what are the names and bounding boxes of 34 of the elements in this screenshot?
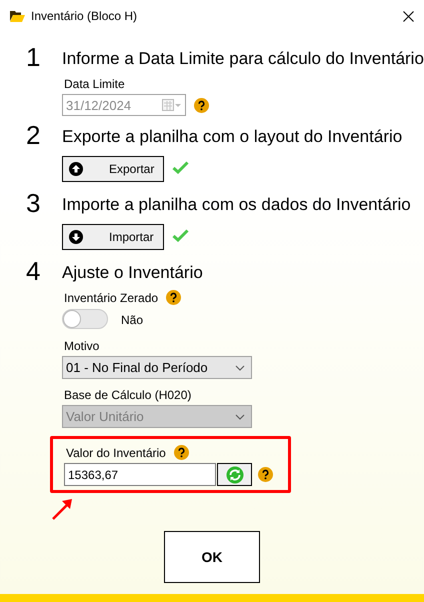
field-label: Valor do Inventário bbox=[66, 445, 166, 461]
help-icon[interactable] bbox=[194, 98, 209, 112]
help-icon[interactable] bbox=[258, 467, 273, 482]
field-label: Data Limite bbox=[64, 76, 125, 92]
toggle-switch[interactable] bbox=[62, 309, 108, 329]
step-heading: Ajuste o Inventário bbox=[62, 262, 203, 284]
window-title: Inventário (Bloco H) bbox=[31, 9, 138, 23]
help-icon[interactable] bbox=[174, 444, 189, 460]
import-button[interactable]: Importar bbox=[62, 224, 164, 250]
chevron-down-icon bbox=[235, 414, 245, 420]
field-label: Base de Cálculo (H020) bbox=[64, 387, 192, 403]
step-heading: Importe a planilha com os dados do Inventário bbox=[62, 194, 411, 216]
close-icon[interactable] bbox=[403, 10, 414, 22]
toggle-label: Não bbox=[121, 312, 144, 328]
field-label: Inventário Zerado bbox=[64, 290, 158, 306]
value-input[interactable]: 15363,67 bbox=[64, 463, 216, 486]
step-number: 1 bbox=[26, 42, 42, 74]
arrow-down-icon bbox=[69, 230, 83, 244]
arrow-up-icon bbox=[69, 162, 83, 176]
folder-icon bbox=[10, 10, 25, 22]
step-number: 4 bbox=[26, 256, 42, 288]
reason-select[interactable]: 01 - No Final do Período bbox=[62, 356, 252, 379]
chevron-down-icon bbox=[235, 364, 245, 370]
field-label: Motivo bbox=[64, 338, 100, 354]
step-heading: Exporte a planilha com o layout do Inventário bbox=[62, 126, 402, 148]
ok-button[interactable]: OK bbox=[164, 531, 260, 583]
help-icon[interactable] bbox=[166, 290, 182, 304]
refresh-icon bbox=[226, 466, 244, 484]
export-button[interactable]: Exportar bbox=[62, 156, 164, 182]
step-number: 2 bbox=[26, 120, 42, 152]
refresh-button[interactable] bbox=[217, 463, 252, 486]
step-number: 3 bbox=[26, 188, 42, 220]
step-heading: Informe a Data Limite para cálculo do Inventário bbox=[62, 48, 424, 70]
calendar-icon bbox=[162, 99, 182, 111]
